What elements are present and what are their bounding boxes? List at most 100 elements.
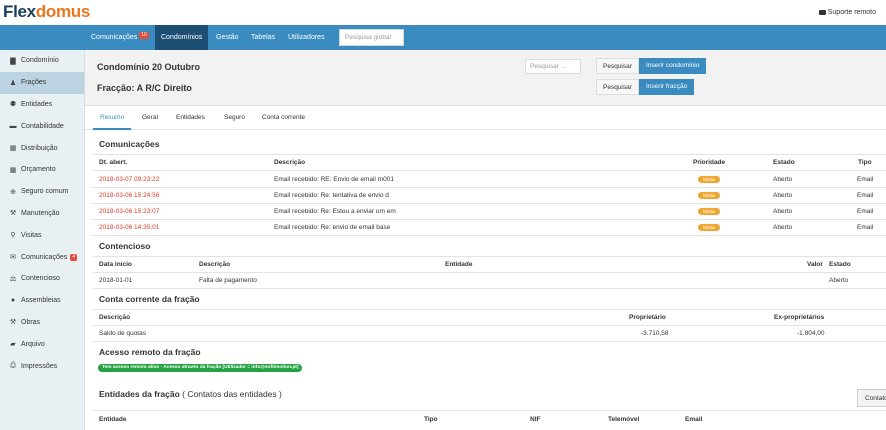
- sidebar-item-contabilidade[interactable]: ▬ Contabilidade: [0, 115, 84, 137]
- tab-seguro[interactable]: Seguro: [217, 106, 252, 130]
- divider: [93, 288, 886, 289]
- sidebar-item-contencioso[interactable]: ⚖ Contencioso: [0, 268, 84, 290]
- sidebar-item-label: Assembleias: [21, 297, 61, 305]
- sidebar-item-impressoes[interactable]: ⎙ Impressões: [0, 355, 84, 377]
- col-email: Email: [685, 416, 703, 423]
- sidebar-item-label: Arquivo: [21, 340, 45, 348]
- litigation-title: Contencioso: [99, 241, 151, 251]
- sidebar-item-visitas[interactable]: ⚲ Visitas: [0, 224, 84, 246]
- sidebar-item-comunicacoes[interactable]: ✉ Comunicações 4: [0, 246, 84, 268]
- sidebar-comunicacoes-badge: 4: [70, 253, 78, 261]
- col-entity: Entidade: [99, 416, 127, 423]
- col-type: Tipo: [424, 416, 438, 423]
- remote-support-label: Suporte remoto: [827, 9, 876, 16]
- search-button[interactable]: Pesquisar: [596, 58, 639, 74]
- col-owner: Proprietário: [629, 314, 666, 321]
- comm-row-date[interactable]: 2018-03-06 14:35:01: [99, 224, 159, 231]
- insert-fraccao-button[interactable]: Inserir fracção: [639, 79, 695, 95]
- divider: [93, 410, 886, 411]
- sidebar-item-label: Orçamento: [21, 166, 56, 174]
- tab-conta-corrente[interactable]: Conta corrente: [255, 106, 312, 130]
- page-header: Condomínio 20 Outubro Fracção: A R/C Dir…: [85, 50, 886, 106]
- divider: [93, 272, 886, 273]
- tab-geral[interactable]: Geral: [135, 106, 165, 130]
- sidebar-item-assembleias[interactable]: ● Assembleias: [0, 290, 84, 312]
- divider: [93, 187, 886, 188]
- nav-comunicacoes[interactable]: Comunicações 10: [85, 25, 155, 50]
- comm-row-description[interactable]: Email recebido: Re: tentativa de envio d: [274, 192, 389, 199]
- nav-gestao[interactable]: Gestão: [210, 25, 245, 50]
- wrench-icon: ⚒: [9, 210, 17, 218]
- camera-icon: [818, 10, 826, 15]
- col-description: Descrição: [274, 159, 306, 166]
- nav-comunicacoes-badge: 10: [139, 32, 149, 39]
- tab-bar: Resumo Geral Entidades Seguro Conta corr…: [85, 106, 886, 130]
- search-fraction-button[interactable]: Pesquisar: [596, 79, 639, 95]
- money-icon: ▬: [9, 122, 17, 130]
- main-content: Condomínio 20 Outubro Fracção: A R/C Dir…: [85, 50, 886, 430]
- sidebar-item-label: Impressões: [21, 362, 58, 370]
- communications-title: Comunicações: [99, 139, 160, 149]
- comm-row-date[interactable]: 2018-03-07 09:23:22: [99, 176, 159, 183]
- sidebar-item-label: Visitas: [21, 231, 42, 239]
- nav-condominios[interactable]: Condomínios: [155, 25, 209, 50]
- sidebar-item-label: Comunicações: [21, 253, 68, 261]
- nav-tabelas[interactable]: Tabelas: [245, 25, 281, 50]
- nav-utilizadores[interactable]: Utilizadores: [282, 25, 331, 50]
- user-icon: ♟: [9, 79, 17, 87]
- sidebar-item-manutencao[interactable]: ⚒ Manutenção: [0, 203, 84, 225]
- priority-badge: Média: [698, 208, 720, 215]
- col-mobile: Telemóvel: [608, 416, 640, 423]
- comm-row-date[interactable]: 2018-03-06 15:24:56: [99, 192, 159, 199]
- tab-entidades[interactable]: Entidades: [169, 106, 212, 130]
- priority-badge: Média: [698, 192, 720, 199]
- page-subtitle: Fracção: A R/C Direito: [97, 83, 192, 93]
- litigation-row-description[interactable]: Falta de pagamento: [199, 277, 257, 284]
- col-date: Dt. abert.: [99, 159, 128, 166]
- nav-comunicacoes-label: Comunicações: [91, 34, 138, 41]
- app-logo[interactable]: Flexdomus: [3, 2, 90, 22]
- remote-support-link[interactable]: Suporte remoto: [818, 9, 876, 16]
- col-value: Valor: [807, 261, 823, 268]
- calendar-icon: ▦: [9, 145, 17, 153]
- page-title: Condomínio 20 Outubro: [97, 62, 200, 72]
- comm-row-description[interactable]: Email recebido: RE: Envio de email m001: [274, 176, 394, 183]
- sidebar-item-arquivo[interactable]: ▰ Arquivo: [0, 333, 84, 355]
- logo-part-1: Flex: [3, 2, 36, 21]
- global-search-input[interactable]: Pesquisa global: [339, 29, 404, 46]
- comment-icon: ●: [10, 297, 16, 305]
- insert-condominio-button[interactable]: Inserir condomínio: [639, 58, 707, 74]
- sidebar-item-obras[interactable]: ⚒ Obras: [0, 312, 84, 334]
- comm-row-description[interactable]: Email recebido: Re: Estou a enviar um em: [274, 208, 396, 215]
- col-status: Estado: [773, 159, 795, 166]
- col-start-date: Data início: [99, 261, 132, 268]
- entities-title-text: Entidades da fração: [99, 389, 180, 399]
- divider: [93, 154, 886, 155]
- sidebar-item-condominio[interactable]: ▇ Condomínio: [0, 50, 84, 72]
- col-type: Tipo: [858, 159, 872, 166]
- comm-row-status: Aberto: [773, 176, 793, 183]
- sidebar-item-label: Obras: [21, 318, 41, 326]
- comm-row-type: Email: [857, 224, 874, 231]
- sidebar-item-label: Manutenção: [21, 209, 60, 217]
- comm-row-description[interactable]: Email recebido: Re: envio de email base: [274, 224, 390, 231]
- remote-access-badge: Tem acesso remoto ativo · Acesso através…: [98, 364, 303, 372]
- comm-row-date[interactable]: 2018-03-06 15:23:07: [99, 208, 159, 215]
- male-icon: ⚲: [10, 232, 16, 240]
- sidebar-item-entidades[interactable]: ⚉ Entidades: [0, 94, 84, 116]
- header-search-input[interactable]: Pesquisar ...: [525, 59, 581, 74]
- sidebar-item-seguro-comum[interactable]: ⊕ Seguro comum: [0, 181, 84, 203]
- divider: [93, 170, 886, 171]
- tab-resumo[interactable]: Resumo: [93, 106, 132, 130]
- contacts-button[interactable]: Contatos: [857, 389, 886, 407]
- priority-badge: Média: [698, 176, 720, 183]
- top-bar: Flexdomus Suporte remoto: [0, 0, 886, 25]
- sidebar-item-label: Frações: [21, 79, 47, 87]
- hammer-icon: ⚒: [9, 319, 17, 327]
- envelope-icon: ✉: [10, 254, 16, 262]
- building-icon: ▇: [10, 57, 16, 65]
- sidebar-item-distribuicao[interactable]: ▦ Distribuição: [0, 137, 84, 159]
- sidebar-item-orcamento[interactable]: ▦ Orçamento: [0, 159, 84, 181]
- divider: [93, 235, 886, 236]
- sidebar-item-fracoes[interactable]: ♟ Frações: [0, 71, 84, 94]
